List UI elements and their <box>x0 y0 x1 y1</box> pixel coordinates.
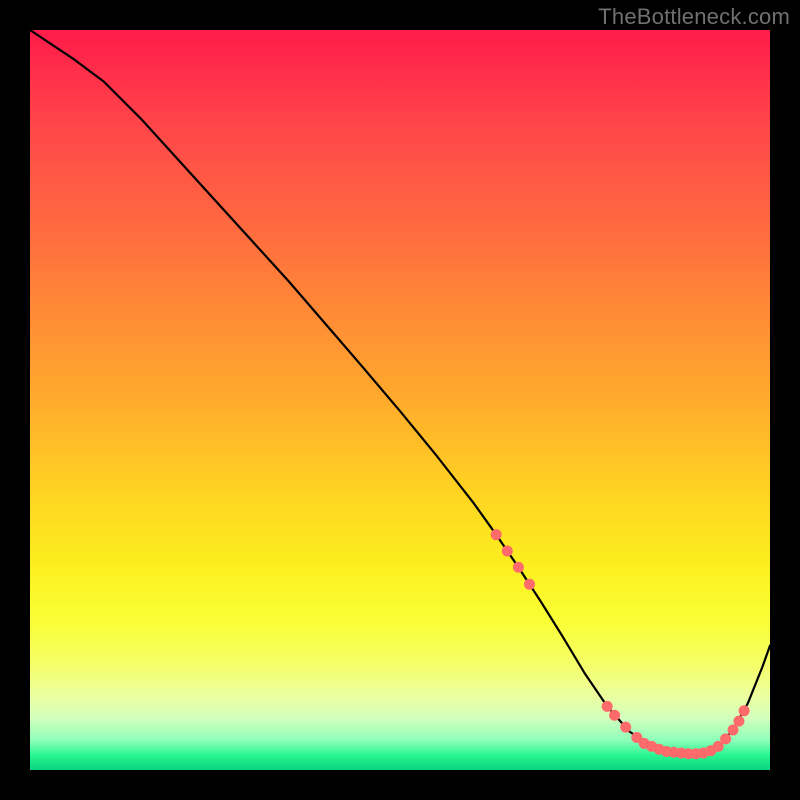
plot-area <box>30 30 770 770</box>
data-marker <box>502 545 513 556</box>
chart-root: TheBottleneck.com <box>0 0 800 800</box>
curve-layer <box>30 30 770 770</box>
data-marker <box>513 562 524 573</box>
data-marker <box>602 701 613 712</box>
data-marker <box>620 722 631 733</box>
data-marker <box>491 529 502 540</box>
marker-group <box>491 529 750 759</box>
data-marker <box>733 716 744 727</box>
data-marker <box>609 710 620 721</box>
data-marker <box>739 705 750 716</box>
data-marker <box>720 733 731 744</box>
bottleneck-curve <box>30 30 770 754</box>
data-marker <box>524 579 535 590</box>
watermark-text: TheBottleneck.com <box>598 4 790 30</box>
